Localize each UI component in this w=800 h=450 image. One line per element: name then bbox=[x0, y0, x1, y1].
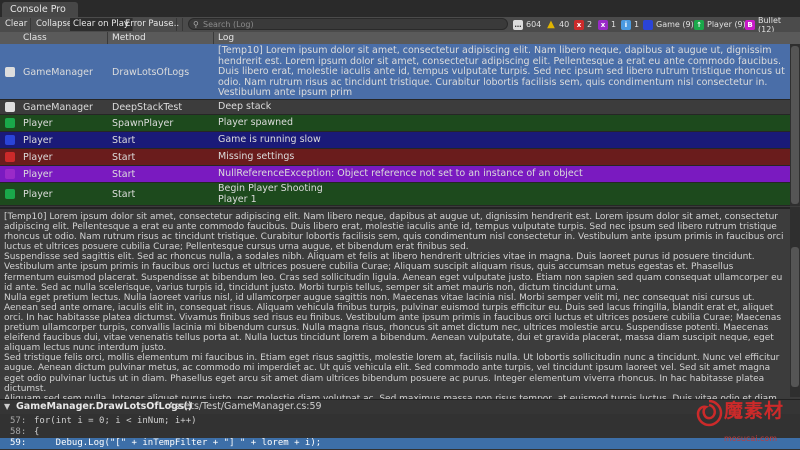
scrollbar-thumb[interactable] bbox=[791, 247, 799, 387]
filter-error[interactable]: x 2 bbox=[574, 18, 592, 31]
player-icon bbox=[5, 189, 15, 199]
speech-bubble-icon: … bbox=[513, 19, 523, 30]
search-icon: ⚲ bbox=[193, 20, 199, 29]
bullet-icon: B bbox=[745, 19, 755, 30]
speech-bubble-icon bbox=[5, 67, 15, 77]
log-row[interactable]: GameManager DrawLotsOfLogs [Temp10] Lore… bbox=[0, 44, 790, 108]
code-line: 57: for(int i = 0; i < inNum; i++) bbox=[10, 416, 197, 426]
watermark-brand: 魔素材 bbox=[724, 400, 785, 422]
log-row[interactable]: Player SpawnPlayer Player spawned bbox=[0, 115, 790, 132]
warning-icon: ▲ bbox=[547, 18, 555, 30]
log-row[interactable]: Player Start Missing settings bbox=[0, 149, 790, 166]
title-bar: Console Pro bbox=[0, 0, 800, 17]
filter-game[interactable]: Game (9) bbox=[643, 18, 694, 31]
column-method[interactable]: Method bbox=[112, 32, 146, 44]
filter-info[interactable]: i 1 bbox=[621, 18, 639, 31]
filter-exception[interactable]: x 1 bbox=[598, 18, 616, 31]
filter-warning[interactable]: ▲ 40 bbox=[546, 18, 569, 31]
toolbar: Clear Collapse Clear on Play Error Pause… bbox=[0, 16, 800, 34]
code-line: 58: { bbox=[10, 427, 40, 437]
game-icon bbox=[643, 19, 653, 30]
player-icon: ↑ bbox=[694, 19, 704, 30]
player-icon bbox=[5, 118, 15, 128]
exception-icon bbox=[5, 169, 15, 179]
log-list: GameManager DrawLotsOfLogs [Temp10] Lore… bbox=[0, 44, 790, 206]
watermark: 魔素材 mosucai.com bbox=[694, 396, 798, 450]
code-line-highlighted: 59: Debug.Log("[" + inTempFilter + "] " … bbox=[0, 438, 800, 449]
error-icon bbox=[5, 152, 15, 162]
scrollbar-thumb[interactable] bbox=[791, 46, 799, 204]
chevron-down-icon[interactable]: ▼ bbox=[4, 402, 10, 411]
column-log[interactable]: Log bbox=[218, 32, 234, 44]
game-icon bbox=[5, 135, 15, 145]
stack-trace-header[interactable]: ▼ GameManager.DrawLotsOfLogs() Assets/Te… bbox=[0, 399, 800, 414]
more-options-button[interactable]: ... bbox=[168, 18, 184, 31]
stack-function[interactable]: GameManager.DrawLotsOfLogs() bbox=[16, 401, 192, 412]
search-placeholder: Search (Log) bbox=[203, 20, 254, 29]
log-detail-panel: [Temp10] Lorem ipsum dolor sit amet, con… bbox=[0, 207, 790, 414]
exception-icon: x bbox=[598, 19, 608, 30]
watermark-logo-icon bbox=[696, 399, 723, 427]
source-preview: 57: for(int i = 0; i < inNum; i++) 58: {… bbox=[0, 414, 800, 450]
log-detail-text: [Temp10] Lorem ipsum dolor sit amet, con… bbox=[4, 212, 784, 414]
log-row[interactable]: Player Start NullReferenceException: Obj… bbox=[0, 166, 790, 183]
watermark-url: mosucai.com bbox=[724, 434, 778, 443]
log-row[interactable]: GameManager DeepStackTest Deep stack bbox=[0, 100, 790, 115]
speech-bubble-icon bbox=[5, 102, 15, 112]
search-input[interactable]: ⚲ Search (Log) bbox=[188, 18, 508, 30]
log-row[interactable]: Player Start Begin Player Shooting Playe… bbox=[0, 183, 790, 206]
filter-player[interactable]: ↑ Player (9) bbox=[694, 18, 746, 31]
filter-log[interactable]: … 604 bbox=[513, 18, 541, 31]
clear-button[interactable]: Clear bbox=[2, 18, 32, 31]
column-class[interactable]: Class bbox=[23, 32, 47, 44]
error-icon: x bbox=[574, 19, 584, 30]
log-list-scrollbar[interactable] bbox=[790, 44, 800, 206]
info-icon: i bbox=[621, 19, 631, 30]
filter-bullet[interactable]: B Bullet (12) bbox=[745, 16, 800, 34]
stack-file-path[interactable]: Assets/Test/GameManager.cs:59 bbox=[168, 401, 322, 412]
log-row[interactable]: Player Start Game is running slow bbox=[0, 132, 790, 149]
window-tab[interactable]: Console Pro bbox=[2, 2, 78, 17]
detail-scrollbar[interactable] bbox=[790, 207, 800, 397]
